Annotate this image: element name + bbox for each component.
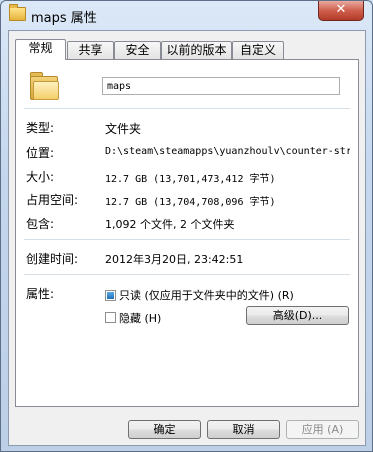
hidden-label[interactable]: 隐藏 (H): [119, 310, 161, 326]
contains-label: 包含:: [26, 217, 55, 231]
readonly-label[interactable]: 只读 (仅应用于文件夹中的文件) (R): [119, 287, 294, 303]
cancel-button[interactable]: 取消: [207, 420, 280, 439]
close-button[interactable]: ✕: [318, 1, 364, 21]
title-bar[interactable]: maps 属性 ✕: [1, 1, 372, 29]
folder-icon: [30, 72, 59, 100]
tab-general-label: 常规: [28, 41, 53, 55]
tab-previous-versions-label: 以前的版本: [166, 43, 227, 57]
folder-icon: [9, 4, 26, 21]
readonly-checkbox[interactable]: [105, 290, 116, 301]
created-label: 创建时间:: [26, 252, 79, 266]
contains-value: 1,092 个文件, 2 个文件夹: [105, 218, 235, 231]
apply-button[interactable]: 应用 (A): [286, 420, 359, 439]
size-on-disk-value: 12.7 GB (13,704,708,096 字节): [105, 197, 276, 208]
divider: [24, 108, 350, 109]
ok-button[interactable]: 确定: [128, 420, 201, 439]
tab-customize[interactable]: 自定义: [232, 41, 284, 59]
tab-general[interactable]: 常规: [15, 39, 66, 60]
properties-window: maps 属性 ✕ 常规 共享 安全 以前的版本 自定义 maps 类型: 文件…: [0, 0, 373, 452]
advanced-button[interactable]: 高级(D)...: [246, 306, 349, 325]
divider: [24, 239, 350, 240]
type-value: 文件夹: [105, 122, 142, 136]
dialog-client: 常规 共享 安全 以前的版本 自定义 maps 类型: 文件夹 位置: D:\s…: [8, 30, 366, 446]
size-label: 大小:: [26, 170, 55, 184]
location-label: 位置:: [26, 146, 55, 160]
size-value: 12.7 GB (13,701,473,412 字节): [105, 174, 276, 185]
tab-previous-versions[interactable]: 以前的版本: [161, 41, 232, 59]
created-value: 2012年3月20日, 23:42:51: [105, 253, 244, 266]
tab-security[interactable]: 安全: [114, 41, 161, 59]
general-panel: maps 类型: 文件夹 位置: D:\steam\steamapps\yuan…: [15, 59, 359, 407]
attributes-label: 属性:: [26, 287, 55, 301]
size-on-disk-label: 占用空间:: [26, 193, 79, 207]
folder-name-input[interactable]: maps: [102, 77, 340, 95]
divider: [24, 274, 350, 275]
tab-security-label: 安全: [125, 43, 150, 57]
location-value: D:\steam\steamapps\yuanzhoulv\counter-st…: [105, 146, 350, 157]
tab-customize-label: 自定义: [239, 43, 276, 57]
close-icon: ✕: [335, 2, 347, 17]
hidden-checkbox[interactable]: [105, 312, 116, 323]
window-title: maps 属性: [31, 11, 97, 26]
tab-sharing-label: 共享: [78, 43, 103, 57]
type-label: 类型:: [26, 121, 55, 135]
tab-sharing[interactable]: 共享: [67, 41, 114, 59]
